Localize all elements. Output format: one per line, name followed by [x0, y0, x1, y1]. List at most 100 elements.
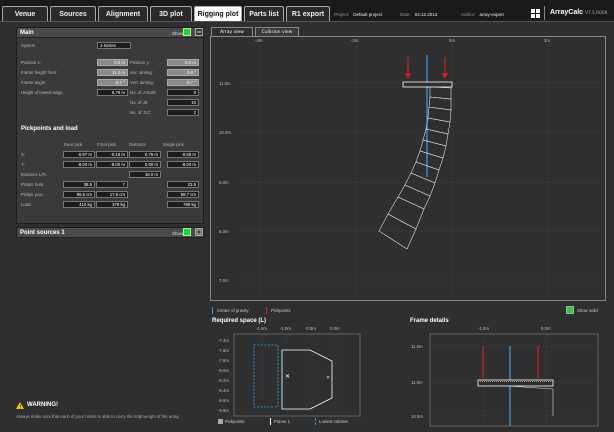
x-tick: -0.5m [305, 326, 316, 331]
date-info: Date: 04.12.2013 [400, 12, 438, 17]
show-label: Show [172, 231, 184, 236]
table-cell: 0.00 m [129, 161, 161, 168]
pickpoints-legend-label: Pickpoints [271, 308, 291, 313]
version-label: V7.5.R008 [585, 11, 608, 16]
row-hole-label: Pickpt. hole: [21, 182, 45, 187]
frame-angle-field[interactable]: -0.7 ° [97, 79, 128, 86]
system-select[interactable]: J-Series [97, 42, 131, 49]
collapse-button[interactable] [195, 28, 203, 36]
y-tick: 7.0m [219, 278, 229, 283]
no-j8-field[interactable]: 10 [167, 99, 199, 106]
tab-r1-export[interactable]: R1 export [286, 6, 330, 21]
frame-angle-label: Frame angle: [21, 80, 47, 85]
svg-text:✕: ✕ [326, 375, 330, 381]
frame-details-plot[interactable]: -1.0m 0.0m 11.5m 11.0m 10.5m [410, 326, 606, 428]
legend-label: Frame 1 [274, 419, 290, 424]
lowest-cabinet-legend-swatch [315, 418, 316, 425]
tab-collision-view[interactable]: Collision view [255, 27, 299, 36]
required-space-title: Required space (L) [212, 318, 267, 324]
warning-text: Always make sure that each of your hoist… [16, 414, 180, 419]
no-sub-field[interactable]: 0 [167, 89, 199, 96]
pickpoints-title: Pickpoints and load [21, 126, 78, 132]
show-solid-checkbox[interactable] [566, 306, 574, 314]
table-cell: 58.7 cm [167, 191, 199, 198]
x-tick: 0m [449, 38, 455, 43]
no-j12-field[interactable]: 2 [167, 109, 199, 116]
tab-alignment[interactable]: Alignment [98, 6, 148, 21]
tab-rigging-plot[interactable]: Rigging plot [194, 6, 242, 21]
position-x-field[interactable]: 0.0 m [97, 59, 128, 66]
hor-aiming-field[interactable]: 0.0 ° [167, 69, 199, 76]
required-space-plot[interactable]: ✕ ✕ -1.5m -1.0m -0.5m 0.0m -7.4m -7.6m -… [212, 326, 394, 428]
table-cell: 38.5 [63, 181, 95, 188]
legend-label: Pickpoints [225, 419, 245, 424]
tab-parts-list[interactable]: Parts list [244, 6, 284, 21]
pickpoints-legend-swatch [266, 307, 267, 314]
y-tick: -8.2m [218, 378, 229, 383]
lowest-edge-label: Height of lowest edge: [21, 90, 64, 95]
table-cell: 0.79 m [129, 151, 161, 158]
loudspeaker-array [378, 86, 452, 250]
table-cell: -0.97 m [63, 151, 95, 158]
frame-legend-swatch [270, 418, 271, 425]
row-x-label: X: [21, 152, 26, 157]
y-tick: 8.0m [219, 229, 229, 234]
point-sources-panel: Point sources 1 Show [16, 227, 204, 238]
vert-aiming-field[interactable]: -0.7 ° [167, 79, 199, 86]
array-plot[interactable]: -4m -2m 0m 2m 11.0m 10.0m 9.0m 8.0m 7.0m [210, 36, 606, 301]
frame-height-field[interactable]: 11.0 m [97, 69, 128, 76]
x-tick: -1.0m [280, 326, 291, 331]
table-cell: -8.00 m [167, 161, 199, 168]
table-cell: 789 kg [167, 201, 199, 208]
x-tick: -1.5m [256, 326, 267, 331]
rigging-frame [402, 81, 453, 88]
x-tick: -4m [255, 38, 263, 43]
y-tick: -7.8m [218, 358, 229, 363]
x-tick: -1.0m [478, 326, 489, 331]
x-tick: 2m [544, 38, 550, 43]
position-y-field[interactable]: -8.0 m [167, 59, 199, 66]
x-tick: -2m [351, 38, 359, 43]
table-cell: 379 kg [96, 201, 128, 208]
col-single-pick: Single pick [163, 142, 184, 147]
table-cell: 7 [96, 181, 128, 188]
top-menu-bar: Venue Sources Alignment 3D plot Rigging … [0, 0, 614, 22]
position-x-label: Position x: [21, 60, 41, 65]
col-front-pick: Front pick [97, 142, 116, 147]
show-toggle[interactable] [183, 28, 191, 36]
y-tick: 10.5m [411, 414, 423, 419]
row-y-label: Y: [21, 162, 25, 167]
position-y-label: Position y: [130, 60, 150, 65]
frame-details-title: Frame details [410, 318, 449, 324]
distance-lr-field[interactable]: 18.0 m [129, 171, 161, 178]
main-panel: Main Show System J-Series Position x: 0.… [16, 27, 204, 224]
no-j12-label: No. of J12: [130, 110, 151, 115]
cog-legend-swatch [212, 307, 213, 314]
x-tick: 0.0m [541, 326, 551, 331]
point-sources-header[interactable]: Point sources 1 Show [17, 228, 203, 238]
show-label: Show [172, 31, 184, 36]
warning-title: WARNING! [27, 402, 58, 408]
tab-venue[interactable]: Venue [2, 6, 48, 21]
no-sub-label: No. of J-SUB: [130, 90, 157, 95]
y-tick: -8.4m [218, 388, 229, 393]
system-label: System [21, 43, 36, 48]
y-tick: 10.0m [219, 130, 231, 135]
legend-label: Lowest cabinet [319, 419, 348, 424]
project-info: Project: Default project [334, 12, 383, 17]
row-pos-label: Pickpt. pos.: [21, 192, 45, 197]
divider [544, 6, 545, 20]
y-tick: -7.4m [218, 338, 229, 343]
main-panel-header: Main Show [17, 28, 203, 38]
tab-sources[interactable]: Sources [50, 6, 96, 21]
show-toggle[interactable] [183, 228, 191, 236]
row-load-label: Load: [21, 202, 32, 207]
grid-menu-icon[interactable] [531, 9, 540, 18]
tab-array-view[interactable]: Array view [211, 27, 253, 36]
tab-3d-plot[interactable]: 3D plot [150, 6, 192, 21]
col-rear-pick: Rear pick [64, 142, 83, 147]
expand-button[interactable] [195, 228, 203, 236]
lowest-edge-value: 6.79 m [97, 89, 128, 96]
brand-logo: ArrayCalc [550, 9, 584, 16]
row-distance-label: Distance L/R: [21, 172, 47, 177]
